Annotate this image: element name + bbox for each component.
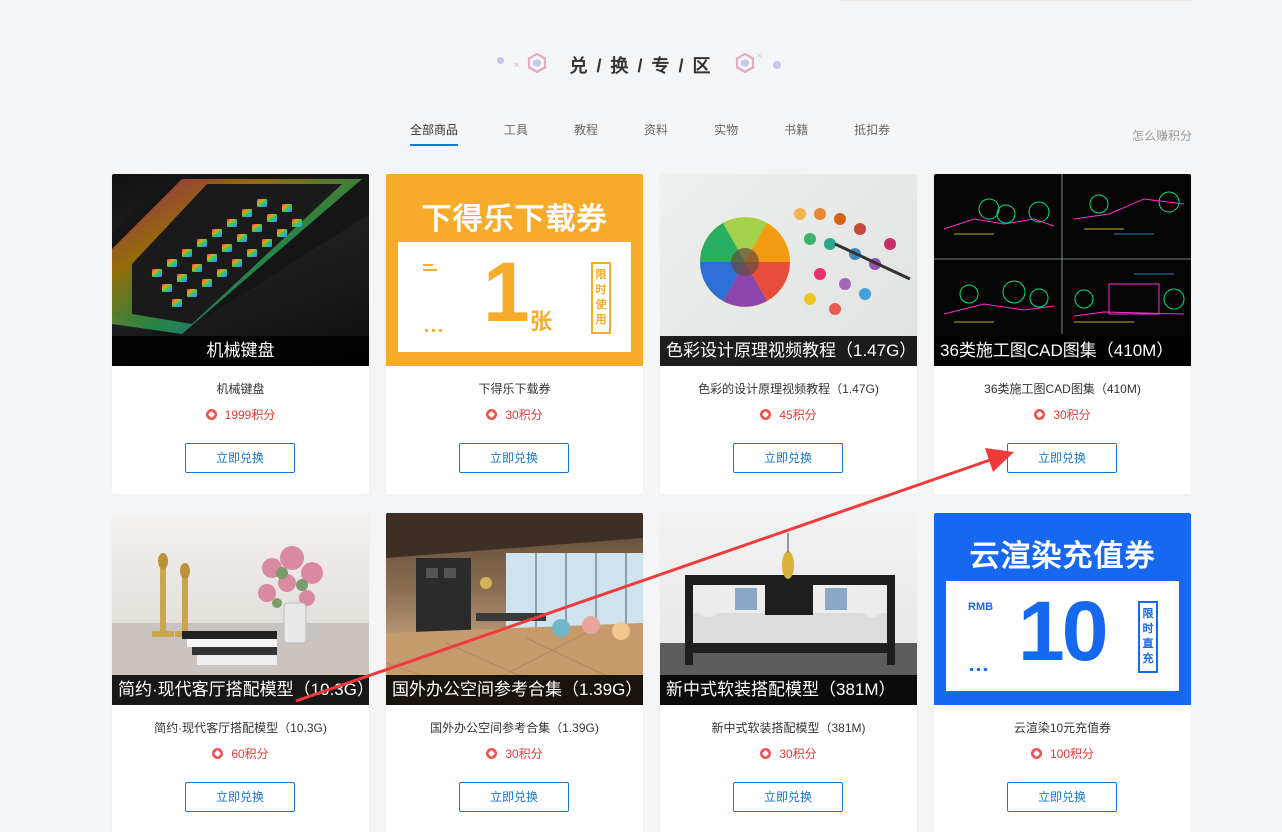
how-to-earn-points-link[interactable]: 怎么赚积分 (1132, 127, 1192, 144)
product-caption: 国外办公空间参考合集（1.39G） (386, 675, 643, 705)
product-price: 30积分 (386, 745, 643, 761)
voucher-prefix: RMB (968, 601, 994, 613)
product-grid: 机械键盘 机械键盘 1999积分 立即兑换 下得乐下载券 1 张 限时使用 下得… (112, 174, 1192, 832)
redeem-button[interactable]: 立即兑换 (185, 443, 295, 473)
points-icon (205, 408, 217, 420)
redeem-button[interactable]: 立即兑换 (1007, 782, 1117, 812)
top-divider (840, 0, 1192, 1)
voucher-title: 云渲染充值券 (969, 540, 1156, 573)
product-card[interactable]: 云渲染充值券 RMB 10 限时直充 云渲染10元充值券 100积分 立即兑换 (934, 513, 1191, 832)
product-name: 云渲染10元充值券 (1013, 721, 1112, 735)
product-image: 简约·现代客厅搭配模型（10.3G） (112, 513, 369, 705)
cross-icon: × (513, 60, 520, 71)
product-card[interactable]: 机械键盘 机械键盘 1999积分 立即兑换 (112, 174, 369, 494)
category-tabs: 全部商品 工具 教程 资料 实物 书籍 抵扣券 (410, 121, 936, 146)
right-decoration: × (727, 50, 787, 80)
product-image: 色彩设计原理视频教程（1.47G） (660, 174, 917, 366)
product-card[interactable]: 色彩设计原理视频教程（1.47G） 色彩的设计原理视频教程（1.47G) 45积… (660, 174, 917, 494)
points-icon (760, 408, 772, 420)
product-image: 机械键盘 (112, 174, 369, 366)
dot-icon (497, 57, 505, 64)
product-price: 100积分 (934, 745, 1191, 761)
product-name: 色彩的设计原理视频教程（1.47G) (698, 382, 879, 396)
product-image: 云渲染充值券 RMB 10 限时直充 (934, 513, 1191, 705)
redeem-button[interactable]: 立即兑换 (1007, 443, 1117, 473)
redeem-button[interactable]: 立即兑换 (733, 782, 843, 812)
product-image: 下得乐下载券 1 张 限时使用 (386, 174, 643, 366)
section-header: × 兑 / 换 / 专 / 区 × (0, 50, 1282, 80)
product-caption: 新中式软装搭配模型（381M） (660, 675, 917, 705)
hexagon-icon (528, 53, 547, 73)
product-price: 60积分 (112, 745, 369, 761)
tab-tutorials[interactable]: 教程 (574, 121, 598, 146)
product-card[interactable]: 国外办公空间参考合集（1.39G） 国外办公空间参考合集（1.39G) 30积分… (386, 513, 643, 832)
product-name: 下得乐下载券 (478, 382, 551, 396)
redeem-button[interactable]: 立即兑换 (185, 782, 295, 812)
product-caption: 简约·现代客厅搭配模型（10.3G） (112, 675, 369, 705)
voucher-unit: 张 (530, 309, 553, 334)
voucher-dots (423, 329, 443, 332)
tab-tools[interactable]: 工具 (504, 121, 528, 146)
product-name: 36类施工图CAD图集（410M) (984, 382, 1141, 396)
tab-physical[interactable]: 实物 (714, 121, 738, 146)
tab-materials[interactable]: 资料 (644, 121, 668, 146)
voucher-dots (968, 668, 988, 671)
product-card[interactable]: 简约·现代客厅搭配模型（10.3G） 简约·现代客厅搭配模型（10.3G) 60… (112, 513, 369, 832)
product-card[interactable]: 新中式软装搭配模型（381M） 新中式软装搭配模型（381M) 30积分 立即兑… (660, 513, 917, 832)
product-name: 国外办公空间参考合集（1.39G) (430, 721, 599, 735)
product-image: 36类施工图CAD图集（410M） (934, 174, 1191, 366)
price-value: 30积分 (505, 407, 543, 422)
product-price: 45积分 (660, 406, 917, 422)
tab-books[interactable]: 书籍 (784, 121, 808, 146)
points-icon (212, 747, 224, 759)
product-name: 机械键盘 (216, 382, 265, 396)
voucher-body: RMB 10 限时直充 (946, 581, 1179, 691)
tab-vouchers[interactable]: 抵扣券 (854, 121, 890, 146)
price-value: 60积分 (231, 746, 269, 761)
points-icon (1034, 408, 1046, 420)
product-caption: 机械键盘 (112, 336, 369, 366)
dot-icon (772, 61, 781, 69)
product-caption: 色彩设计原理视频教程（1.47G） (660, 336, 917, 366)
product-name: 简约·现代客厅搭配模型（10.3G) (154, 721, 327, 735)
price-value: 100积分 (1049, 746, 1095, 761)
section-title: 兑 / 换 / 专 / 区 (569, 56, 713, 76)
voucher-body: 1 张 限时使用 (398, 242, 631, 352)
voucher-mark (423, 269, 437, 271)
product-card[interactable]: 下得乐下载券 1 张 限时使用 下得乐下载券 30积分 立即兑换 (386, 174, 643, 494)
price-value: 30积分 (1053, 407, 1091, 422)
points-icon (1030, 747, 1042, 759)
redeem-button[interactable]: 立即兑换 (733, 443, 843, 473)
price-value: 30积分 (779, 746, 817, 761)
product-name: 新中式软装搭配模型（381M) (711, 721, 866, 735)
points-icon (486, 747, 498, 759)
product-price: 30积分 (934, 406, 1191, 422)
product-image: 国外办公空间参考合集（1.39G） (386, 513, 643, 705)
redeem-button[interactable]: 立即兑换 (459, 782, 569, 812)
product-caption: 36类施工图CAD图集（410M） (934, 336, 1191, 366)
product-price: 1999积分 (112, 406, 369, 422)
price-value: 30积分 (505, 746, 543, 761)
product-price: 30积分 (660, 745, 917, 761)
points-icon (760, 747, 772, 759)
cross-icon: × (756, 51, 763, 62)
points-icon (486, 408, 498, 420)
voucher-mark (423, 264, 433, 266)
redeem-button[interactable]: 立即兑换 (459, 443, 569, 473)
product-price: 30积分 (386, 406, 643, 422)
voucher-tag: 限时直充 (1138, 601, 1158, 673)
price-value: 1999积分 (224, 407, 276, 422)
product-image: 新中式软装搭配模型（381M） (660, 513, 917, 705)
voucher-number: 1 (483, 245, 530, 339)
left-decoration: × (495, 50, 555, 80)
tab-all[interactable]: 全部商品 (410, 121, 459, 146)
voucher-number: 10 (1018, 584, 1108, 678)
hexagon-icon (735, 53, 754, 73)
voucher-tag: 限时使用 (591, 262, 611, 334)
product-card[interactable]: 36类施工图CAD图集（410M） 36类施工图CAD图集（410M) 30积分… (934, 174, 1191, 494)
price-value: 45积分 (779, 407, 817, 422)
voucher-title: 下得乐下载券 (421, 203, 608, 236)
